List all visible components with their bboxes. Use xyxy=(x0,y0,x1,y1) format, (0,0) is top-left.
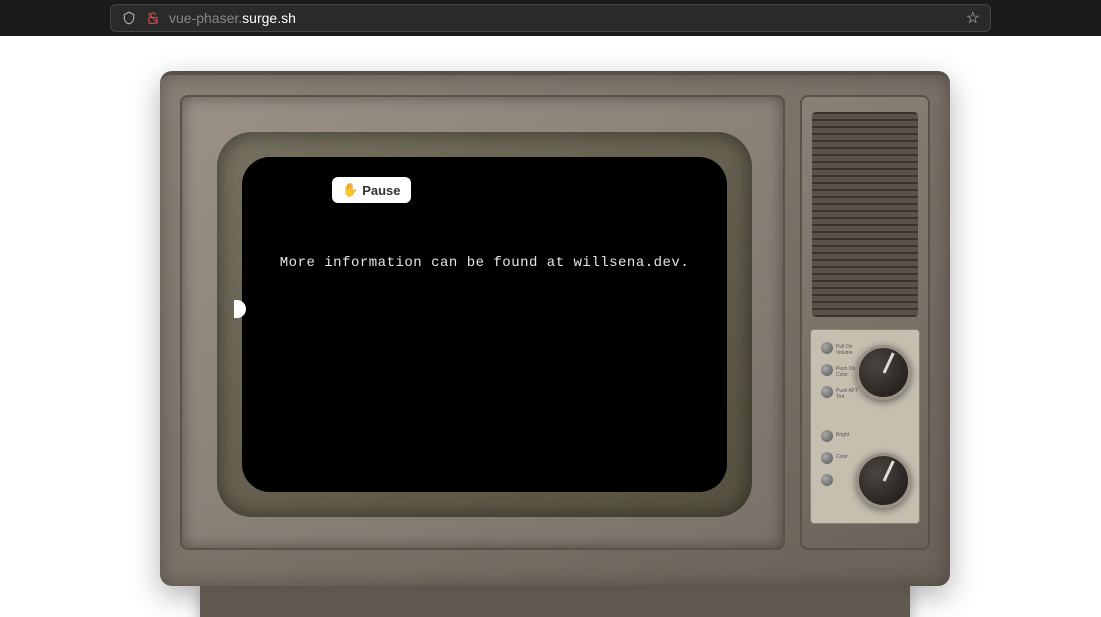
tv-knob xyxy=(821,474,833,486)
tv-channel-dial xyxy=(856,345,911,400)
shield-icon xyxy=(121,10,137,26)
pause-button[interactable]: ✋ Pause xyxy=(332,177,411,203)
screen-message: More information can be found at willsen… xyxy=(262,255,707,271)
url-text: vue-phaser.surge.sh xyxy=(169,10,296,26)
ghost-sprite-fragment xyxy=(234,300,246,318)
knob-label: Push On Color xyxy=(836,366,861,378)
tv-stand xyxy=(200,581,910,617)
tv-knob xyxy=(821,452,833,464)
tv-body: ✋ Pause More information can be found at… xyxy=(160,71,950,586)
tv-bezel: ✋ Pause More information can be found at… xyxy=(180,95,785,550)
knob-label: Bright xyxy=(836,432,861,438)
bookmark-star-icon[interactable]: ☆ xyxy=(966,8,980,28)
tv-knob xyxy=(821,342,833,354)
browser-bar: vue-phaser.surge.sh ☆ xyxy=(0,0,1101,36)
tv-screen: ✋ Pause More information can be found at… xyxy=(242,157,727,492)
knob-label: Pull On Volume xyxy=(836,344,861,356)
pause-label: Pause xyxy=(362,183,400,198)
tv-speaker-grille xyxy=(812,112,918,317)
lock-broken-icon xyxy=(145,10,161,26)
knob-label: Push AFT Tint xyxy=(836,388,861,400)
tv-tuning-dial xyxy=(856,453,911,508)
tv-knob xyxy=(821,430,833,442)
tv-controls: Pull On Volume Push On Color Push AFT Ti… xyxy=(810,329,920,524)
tv-control-panel: Pull On Volume Push On Color Push AFT Ti… xyxy=(800,95,930,550)
pause-emoji-icon: ✋ xyxy=(342,182,358,198)
tv-set: ✋ Pause More information can be found at… xyxy=(160,71,950,617)
tv-knob xyxy=(821,364,833,376)
page-content: ✋ Pause More information can be found at… xyxy=(0,36,1101,617)
knob-label: Color xyxy=(836,454,861,460)
url-bar[interactable]: vue-phaser.surge.sh ☆ xyxy=(110,4,991,32)
tv-knob xyxy=(821,386,833,398)
